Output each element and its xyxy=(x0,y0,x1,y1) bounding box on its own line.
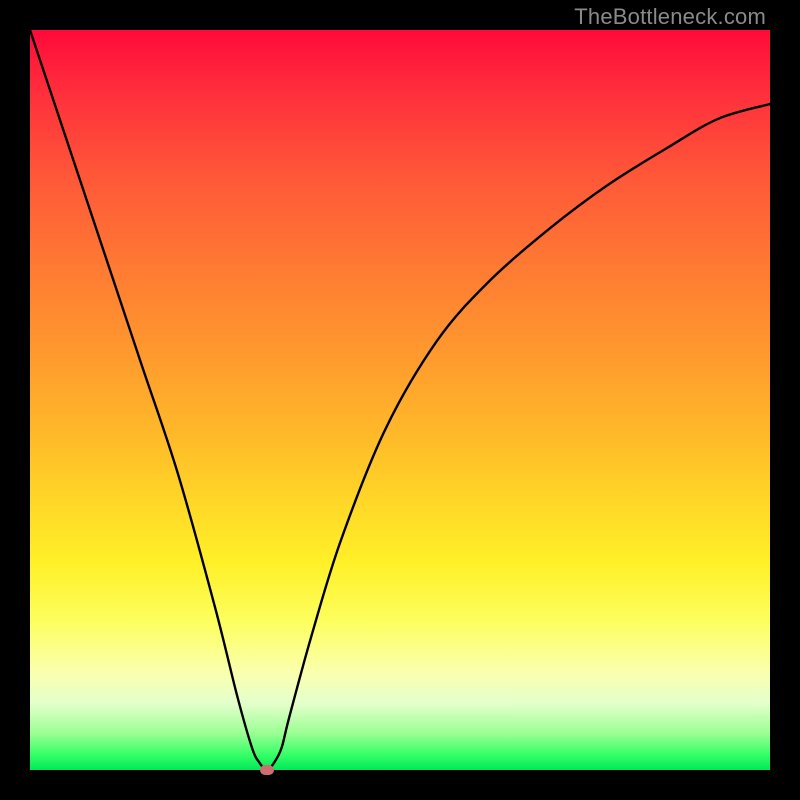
watermark-text: TheBottleneck.com xyxy=(574,4,766,30)
optimum-marker xyxy=(260,765,274,775)
plot-area xyxy=(30,30,770,770)
chart-frame: TheBottleneck.com xyxy=(0,0,800,800)
bottleneck-curve xyxy=(30,30,770,770)
